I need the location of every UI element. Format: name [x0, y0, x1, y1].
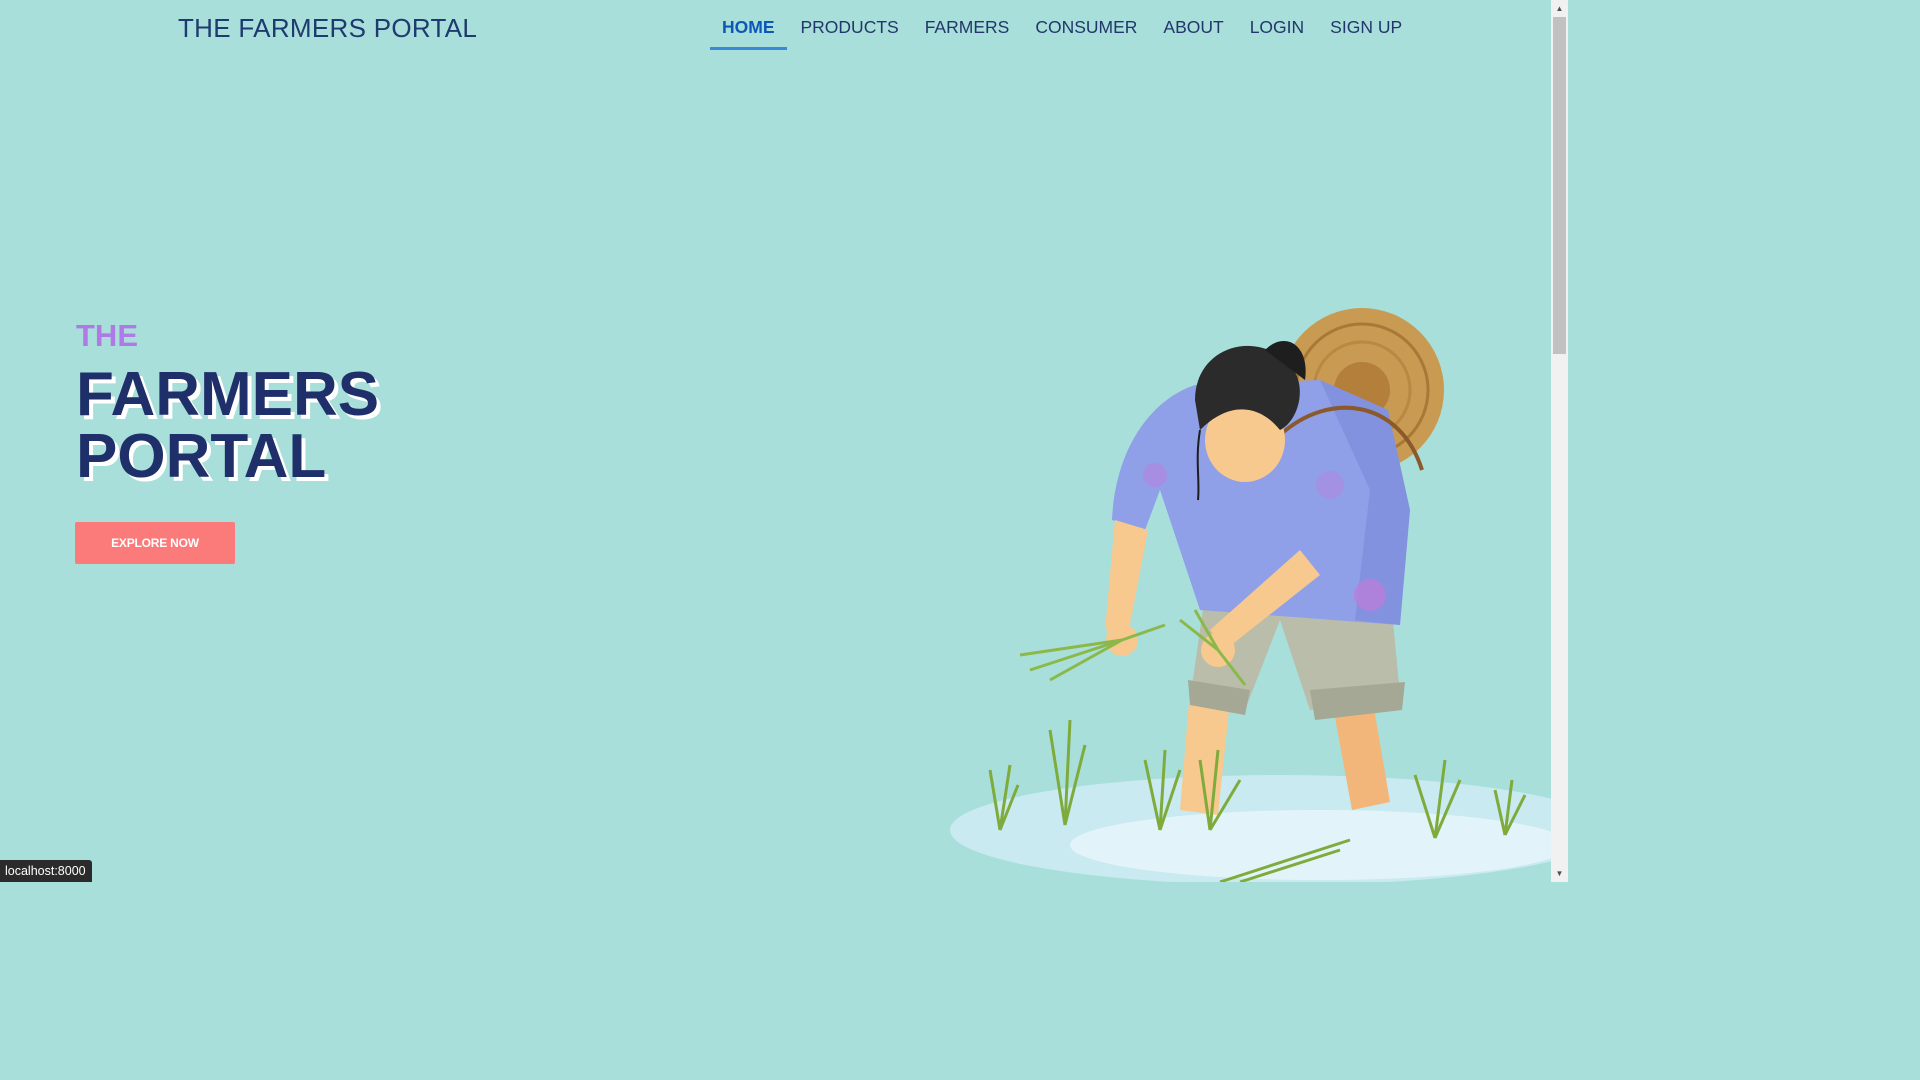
scroll-up-arrow-icon[interactable]: ▲: [1551, 0, 1568, 17]
nav-login[interactable]: LOGIN: [1238, 0, 1316, 50]
main-nav: HOME PRODUCTS FARMERS CONSUMER ABOUT LOG…: [710, 0, 1416, 50]
nav-sign-up[interactable]: SIGN UP: [1318, 0, 1414, 50]
nav-about[interactable]: ABOUT: [1151, 0, 1235, 50]
farmer-planting-rice-illustration: [950, 308, 1551, 882]
nav-home[interactable]: HOME: [710, 0, 787, 50]
explore-now-button[interactable]: EXPLORE NOW: [75, 522, 235, 564]
hero-eyebrow: THE: [76, 318, 138, 353]
hero-title-line2: PORTAL: [76, 422, 327, 491]
site-brand[interactable]: THE FARMERS PORTAL: [178, 13, 477, 44]
nav-consumer[interactable]: CONSUMER: [1023, 0, 1149, 50]
hero-title-line1: FARMERS: [76, 360, 380, 429]
scroll-down-arrow-icon[interactable]: ▼: [1551, 865, 1568, 882]
nav-farmers[interactable]: FARMERS: [913, 0, 1022, 50]
hero-title: FARMERS PORTAL: [76, 364, 379, 488]
status-url-bar: localhost:8000: [0, 860, 92, 882]
scroll-thumb[interactable]: [1553, 17, 1566, 354]
nav-products[interactable]: PRODUCTS: [789, 0, 911, 50]
vertical-scrollbar[interactable]: ▲ ▼: [1551, 0, 1568, 882]
